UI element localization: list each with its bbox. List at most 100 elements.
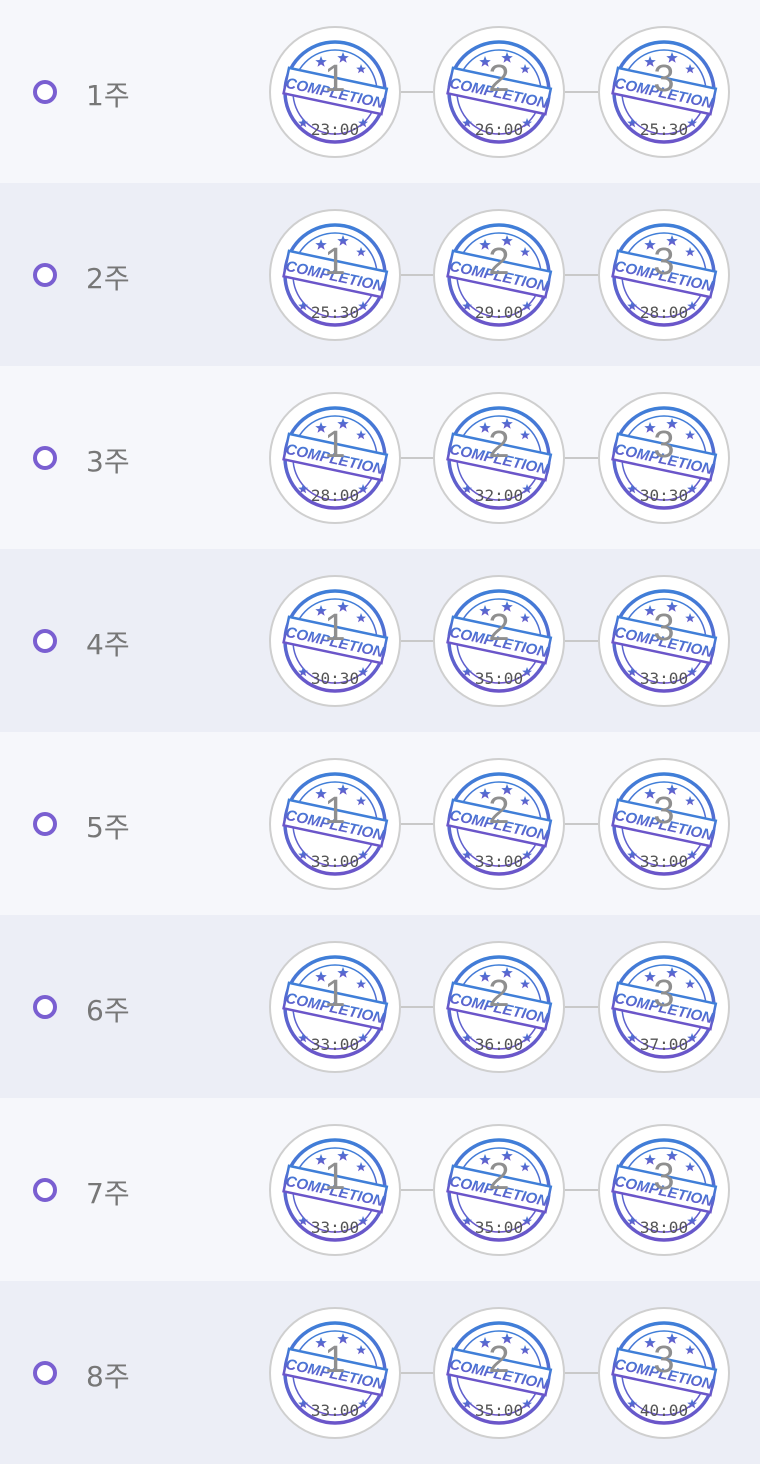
- session-time: 33:00: [310, 1400, 360, 1420]
- badge-connector: [565, 639, 598, 642]
- session-number: 3: [653, 972, 675, 1015]
- session-badge[interactable]: COMPLETION 1 33:00: [269, 1306, 401, 1439]
- session-number: 3: [653, 240, 675, 283]
- week-row: 2주 COMPLETION 1 25:30 COMPLETION 2 29:00…: [0, 183, 760, 366]
- session-time: 33:00: [474, 851, 524, 871]
- week-label: 2주: [86, 261, 130, 295]
- session-badge[interactable]: COMPLETION 3 38:00: [598, 1123, 730, 1256]
- session-badge[interactable]: COMPLETION 1 33:00: [269, 940, 401, 1073]
- timeline-dot-icon: [33, 445, 57, 470]
- session-time: 33:00: [639, 851, 689, 871]
- session-number: 2: [488, 423, 510, 466]
- badge-connector: [565, 90, 598, 93]
- session-time: 25:30: [310, 302, 360, 322]
- badge-connector: [401, 1371, 433, 1374]
- session-time: 33:00: [310, 851, 360, 871]
- week-row: 5주 COMPLETION 1 33:00 COMPLETION 2 33:00…: [0, 732, 760, 915]
- session-time: 36:00: [474, 1034, 524, 1054]
- session-number: 3: [653, 1338, 675, 1381]
- session-time: 25:30: [639, 119, 689, 139]
- session-badge[interactable]: COMPLETION 3 37:00: [598, 940, 730, 1073]
- week-row: 7주 COMPLETION 1 33:00 COMPLETION 2 35:00…: [0, 1098, 760, 1281]
- session-number: 2: [488, 789, 510, 832]
- session-time: 23:00: [310, 119, 360, 139]
- badge-connector: [401, 273, 433, 276]
- session-time: 38:00: [639, 1217, 689, 1237]
- session-badge[interactable]: COMPLETION 2 26:00: [433, 25, 565, 158]
- session-badge[interactable]: COMPLETION 3 33:00: [598, 757, 730, 890]
- session-number: 3: [653, 606, 675, 649]
- session-time: 28:00: [310, 485, 360, 505]
- session-badge[interactable]: COMPLETION 2 29:00: [433, 208, 565, 341]
- week-label: 5주: [86, 810, 130, 844]
- badge-connector: [401, 639, 433, 642]
- timeline-dot-icon: [33, 994, 57, 1019]
- session-time: 28:00: [639, 302, 689, 322]
- session-time: 40:00: [639, 1400, 689, 1420]
- session-badge[interactable]: COMPLETION 2 32:00: [433, 391, 565, 524]
- session-number: 2: [488, 972, 510, 1015]
- session-badge[interactable]: COMPLETION 1 25:30: [269, 208, 401, 341]
- session-time: 33:00: [310, 1217, 360, 1237]
- session-number: 3: [653, 789, 675, 832]
- badge-connector: [565, 822, 598, 825]
- session-time: 30:30: [310, 668, 360, 688]
- badge-connector: [565, 1188, 598, 1191]
- session-time: 30:30: [639, 485, 689, 505]
- badge-connector: [401, 456, 433, 459]
- week-row: 6주 COMPLETION 1 33:00 COMPLETION 2 36:00…: [0, 915, 760, 1098]
- week-label: 6주: [86, 993, 130, 1027]
- session-number: 1: [324, 423, 346, 466]
- badge-connector: [565, 273, 598, 276]
- session-time: 37:00: [639, 1034, 689, 1054]
- timeline-dot-icon: [33, 79, 57, 104]
- session-number: 1: [324, 972, 346, 1015]
- session-number: 1: [324, 240, 346, 283]
- badge-connector: [401, 822, 433, 825]
- session-badge[interactable]: COMPLETION 3 25:30: [598, 25, 730, 158]
- session-number: 2: [488, 606, 510, 649]
- timeline-dot-icon: [33, 1177, 57, 1202]
- session-badge[interactable]: COMPLETION 3 30:30: [598, 391, 730, 524]
- session-badge[interactable]: COMPLETION 2 36:00: [433, 940, 565, 1073]
- session-number: 1: [324, 57, 346, 100]
- week-label: 3주: [86, 444, 130, 478]
- session-time: 33:00: [310, 1034, 360, 1054]
- session-time: 32:00: [474, 485, 524, 505]
- week-label: 7주: [86, 1176, 130, 1210]
- session-time: 29:00: [474, 302, 524, 322]
- session-badge[interactable]: COMPLETION 3 33:00: [598, 574, 730, 707]
- week-label: 4주: [86, 627, 130, 661]
- session-number: 3: [653, 57, 675, 100]
- session-badge[interactable]: COMPLETION 1 23:00: [269, 25, 401, 158]
- week-row: 4주 COMPLETION 1 30:30 COMPLETION 2 35:00…: [0, 549, 760, 732]
- badge-connector: [401, 90, 433, 93]
- session-badge[interactable]: COMPLETION 2 35:00: [433, 1306, 565, 1439]
- badge-connector: [401, 1005, 433, 1008]
- session-badge[interactable]: COMPLETION 1 30:30: [269, 574, 401, 707]
- timeline-dot-icon: [33, 1360, 57, 1385]
- session-badge[interactable]: COMPLETION 2 35:00: [433, 574, 565, 707]
- session-time: 35:00: [474, 1400, 524, 1420]
- session-number: 2: [488, 57, 510, 100]
- session-number: 2: [488, 240, 510, 283]
- week-label: 1주: [86, 78, 130, 112]
- session-badge[interactable]: COMPLETION 1 28:00: [269, 391, 401, 524]
- session-number: 1: [324, 1338, 346, 1381]
- session-badge[interactable]: COMPLETION 3 28:00: [598, 208, 730, 341]
- session-badge[interactable]: COMPLETION 1 33:00: [269, 757, 401, 890]
- session-time: 33:00: [639, 668, 689, 688]
- week-label: 8주: [86, 1359, 130, 1393]
- session-badge[interactable]: COMPLETION 1 33:00: [269, 1123, 401, 1256]
- badge-connector: [401, 1188, 433, 1191]
- session-badge[interactable]: COMPLETION 2 35:00: [433, 1123, 565, 1256]
- badge-connector: [565, 1371, 598, 1374]
- session-number: 2: [488, 1155, 510, 1198]
- session-number: 1: [324, 789, 346, 832]
- session-number: 3: [653, 1155, 675, 1198]
- session-badge[interactable]: COMPLETION 2 33:00: [433, 757, 565, 890]
- week-row: 8주 COMPLETION 1 33:00 COMPLETION 2 35:00…: [0, 1281, 760, 1464]
- week-row: 3주 COMPLETION 1 28:00 COMPLETION 2 32:00…: [0, 366, 760, 549]
- timeline-dot-icon: [33, 262, 57, 287]
- session-badge[interactable]: COMPLETION 3 40:00: [598, 1306, 730, 1439]
